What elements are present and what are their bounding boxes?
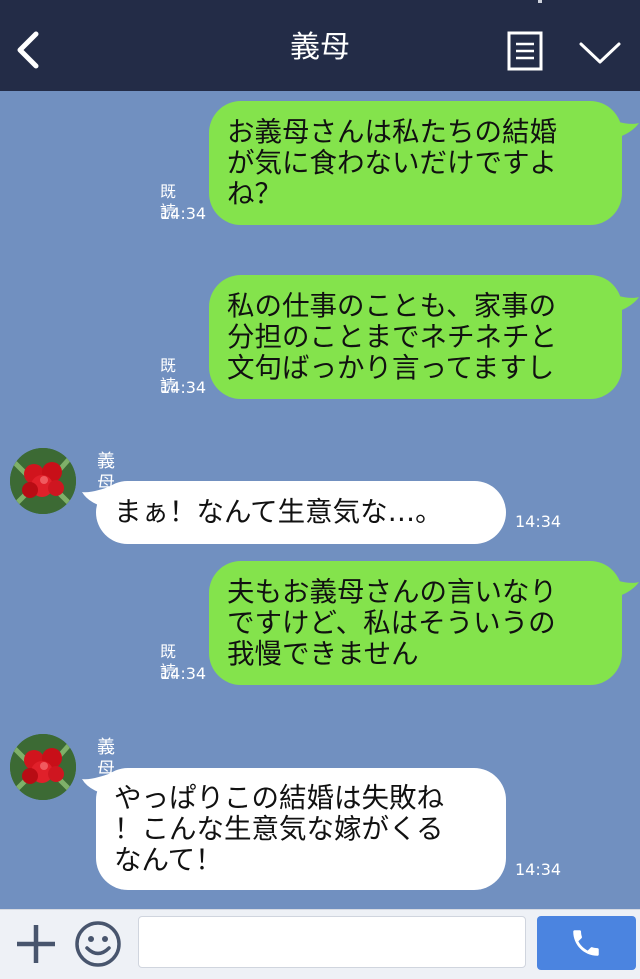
status-indicator	[538, 0, 542, 3]
message-bubble[interactable]: まぁ！なんて生意気な…。	[96, 481, 506, 544]
phone-icon	[573, 930, 599, 956]
avatar[interactable]	[10, 448, 76, 514]
plus-icon[interactable]	[14, 922, 58, 966]
message-input[interactable]	[138, 916, 526, 968]
flower-avatar-icon	[10, 448, 76, 514]
message-bubble[interactable]: 夫もお義母さんの言いなり ですけど、私はそういうの 我慢できません	[209, 561, 622, 685]
message-time: 14:34	[515, 860, 562, 879]
chat-header: 義母	[0, 0, 640, 91]
menu-icon[interactable]	[507, 31, 543, 71]
input-bar	[0, 909, 640, 979]
message-bubble[interactable]: やっぱりこの結婚は失敗ね ！こんな生意気な嫁がくる なんて！	[96, 768, 506, 890]
message-time: 14:34	[160, 664, 207, 683]
call-button[interactable]	[537, 916, 636, 970]
smile-icon[interactable]	[74, 920, 122, 968]
message-list[interactable]: お義母さんは私たちの結婚 が気に食わないだけですよ ね？ 既読 14:34 私の…	[0, 91, 640, 909]
message-bubble[interactable]: 私の仕事のことも、家事の 分担のことまでネチネチと 文句ばっかり言ってますし	[209, 275, 622, 399]
message-time: 14:34	[160, 378, 207, 397]
message-bubble[interactable]: お義母さんは私たちの結婚 が気に食わないだけですよ ね？	[209, 101, 622, 225]
message-time: 14:34	[515, 512, 562, 531]
avatar[interactable]	[10, 734, 76, 800]
chat-title: 義母	[290, 30, 350, 65]
message-time: 14:34	[160, 204, 207, 223]
flower-avatar-icon	[10, 734, 76, 800]
chevron-down-icon[interactable]	[578, 40, 622, 66]
